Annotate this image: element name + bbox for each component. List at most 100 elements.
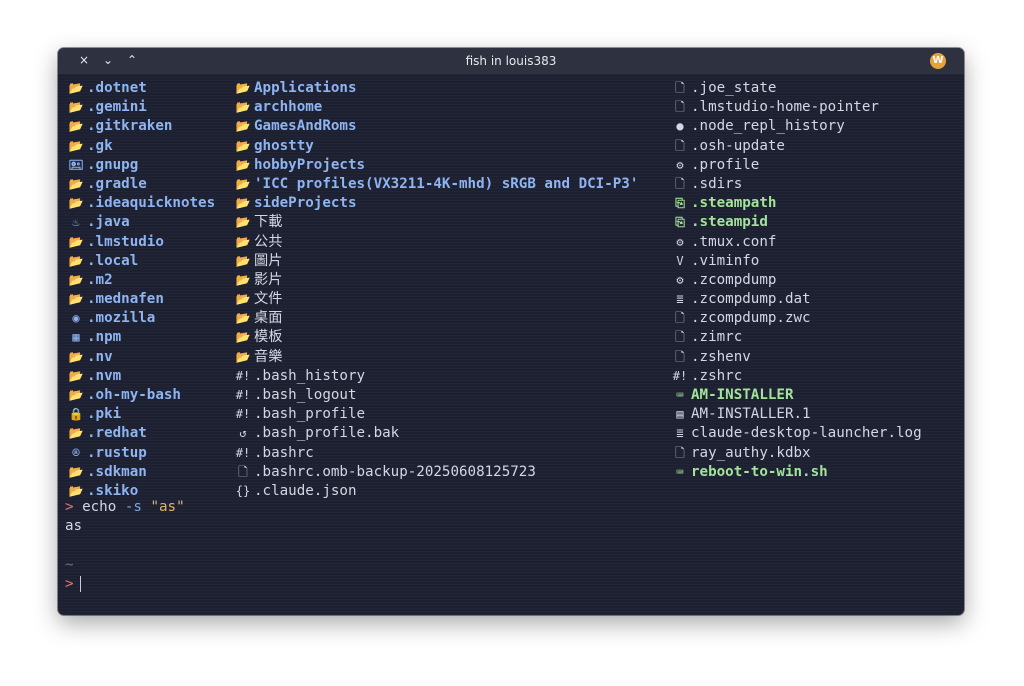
folder-icon: 📂	[68, 100, 84, 115]
list-item: 📂 .oh-my-bash	[67, 386, 215, 405]
list-item: #! .bash_profile	[234, 405, 638, 424]
folder-icon: 📂	[68, 138, 84, 153]
list-item: 📂 模板	[234, 328, 638, 347]
file-name: .gradle	[87, 175, 147, 192]
list-item: 🗋 .lmstudio-home-pointer	[671, 98, 922, 117]
file-icon: 📂	[235, 292, 251, 307]
list-item: 📂 .nvm	[67, 367, 215, 386]
terminal-content[interactable]: 📂 .dotnet 📂 .gemini 📂 .gitkraken 📂 .gk 🖭 .gnupg 📂.…	[58, 74, 964, 615]
file-icon: ⚙	[676, 157, 684, 172]
file-name: 下載	[254, 214, 283, 231]
shell-session: > echo -s "as" as ~ >	[65, 498, 185, 594]
folder-icon: 🖭	[68, 157, 84, 172]
app-icon[interactable]: W	[930, 53, 946, 69]
file-name: sideProjects	[254, 195, 357, 212]
text-cursor	[79, 576, 81, 593]
file-icon: 📂	[235, 215, 251, 230]
list-item: ◉ .mozilla	[67, 309, 215, 328]
folder-icon: ®	[72, 445, 80, 460]
file-name: .m2	[87, 271, 113, 288]
file-name: 公共	[254, 233, 283, 250]
list-item: ≣ claude-desktop-launcher.log	[671, 424, 921, 443]
folder-icon: 📂	[235, 138, 251, 153]
folder-icon: 📂	[68, 349, 84, 364]
file-name: .profile	[691, 156, 760, 173]
prompt-symbol: >	[65, 575, 74, 592]
list-item: 📂 圖片	[234, 252, 638, 271]
folder-icon: 📂	[235, 100, 251, 115]
list-item: ⎘ .steampid	[671, 213, 922, 232]
active-prompt[interactable]: >	[65, 575, 185, 594]
cwd-marker: ~	[65, 556, 74, 573]
file-name: .redhat	[87, 425, 147, 442]
command-output: as	[65, 518, 83, 535]
list-item: 📂 GamesAndRoms	[234, 117, 638, 136]
folder-icon: 📂	[68, 292, 84, 307]
title-bar: × ⌄ ⌃ fish in louis383 W	[58, 48, 964, 74]
file-name: .mozilla	[87, 310, 156, 327]
folder-icon: 📂	[68, 464, 84, 479]
folder-icon: 🔒	[68, 407, 84, 422]
folder-icon: 📂	[68, 234, 84, 249]
listing-column-1: 📂 .dotnet 📂 .gemini 📂 .gitkraken 📂 .gk 🖭 .gnupg 📂.…	[67, 79, 216, 501]
list-item: ▤ AM-INSTALLER.1	[671, 405, 922, 424]
folder-icon: ▦	[72, 330, 80, 345]
window-title: fish in louis383	[465, 54, 557, 68]
folder-icon: ◉	[72, 311, 80, 326]
file-icon: 🗋	[675, 349, 685, 364]
file-name: ray_authy.kdbx	[691, 444, 811, 461]
list-item: 📂 'ICC profiles(VX3211-4K-mhd) sRGB and D…	[234, 175, 639, 194]
list-item: 🗋 .zimrc	[671, 328, 922, 347]
prompt-symbol: >	[65, 499, 74, 515]
list-item: 📂 .m2	[67, 271, 215, 290]
file-name: AM-INSTALLER	[691, 387, 794, 403]
list-item: #! .bashrc	[234, 444, 638, 463]
file-name: .sdkman	[87, 463, 147, 480]
list-item: 📂 公共	[234, 233, 638, 252]
folder-icon: 📂	[235, 81, 251, 95]
list-item: 📂 .redhat	[67, 424, 215, 443]
file-name: .joe_state	[691, 80, 777, 96]
file-icon: 🗋	[238, 464, 248, 479]
file-name: Applications	[254, 80, 357, 96]
list-item: 📂 影片	[234, 271, 638, 290]
file-icon: 📂	[235, 330, 251, 345]
file-name: .nvm	[87, 367, 122, 384]
file-name: reboot-to-win.sh	[691, 463, 828, 480]
file-icon: 🗋	[675, 176, 685, 191]
file-name: .gnupg	[87, 156, 139, 173]
file-name: .tmux.conf	[691, 233, 777, 250]
file-icon: #!	[235, 368, 251, 383]
folder-icon: 📂	[235, 119, 251, 134]
file-icon: 🗋	[675, 100, 685, 115]
file-name: AM-INSTALLER.1	[691, 406, 811, 423]
list-item: 📂 .gk	[67, 137, 215, 156]
list-item: 📂 音樂	[234, 348, 638, 367]
executable-icon: ⌨	[676, 464, 684, 479]
file-name: .gitkraken	[87, 118, 173, 135]
list-item: ® .rustup	[67, 444, 215, 463]
file-name: .zcompdump.zwc	[691, 310, 811, 327]
file-name: GamesAndRoms	[254, 118, 357, 135]
file-icon: 🗋	[675, 138, 685, 153]
list-item: 📂 .gradle	[67, 175, 215, 194]
file-icon: 📂	[235, 253, 251, 268]
list-item: 📂 ghostty	[234, 137, 638, 156]
file-icon: ↺	[239, 426, 247, 441]
list-item: 📂 .lmstudio	[67, 233, 215, 252]
command-line: > echo -s "as"	[65, 498, 185, 517]
list-item: 🗋 .sdirs	[671, 175, 922, 194]
list-item: 📂 .mednafen	[67, 290, 215, 309]
file-name: .bash_profile	[254, 406, 366, 423]
list-item: ⚙ .profile	[671, 156, 922, 175]
file-name: .lmstudio	[87, 233, 164, 250]
command-argument: "as"	[150, 499, 185, 515]
folder-icon: 📂	[68, 368, 84, 383]
folder-icon: 📂	[68, 196, 84, 211]
file-name: .zshrc	[691, 367, 743, 384]
file-name: 模板	[254, 329, 283, 346]
file-name: 音樂	[254, 348, 283, 365]
file-name: .gk	[87, 137, 113, 154]
list-item: 📂 archhome	[234, 98, 638, 117]
